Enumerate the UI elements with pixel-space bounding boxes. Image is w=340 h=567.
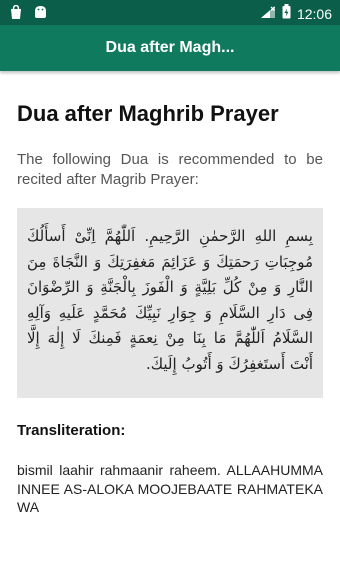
page-title: Dua after Maghrib Prayer	[17, 101, 279, 126]
arabic-dua-text: بِسمِ اللهِ الرَّحمٰنِ الرَّحِيمِ. اَللّ…	[27, 227, 313, 373]
signal-icon	[260, 5, 276, 24]
status-right: 12:06	[260, 4, 332, 24]
transliteration-text: bismil laahir rahmaanir raheem. ALLAAHUM…	[17, 462, 323, 515]
status-time: 12:06	[296, 5, 332, 22]
app-bar-title: Dua after Magh...	[105, 39, 235, 56]
arabic-dua-box: بِسمِ اللهِ الرَّحمٰنِ الرَّحِيمِ. اَللّ…	[17, 208, 323, 398]
status-left-icons	[10, 4, 47, 24]
battery-icon	[282, 4, 291, 24]
transliteration-heading: Transliteration:	[17, 422, 126, 439]
intro-text: The following Dua is recommended to be r…	[17, 151, 323, 188]
notification-bag-icon	[10, 4, 22, 24]
app-bar: Dua after Magh...	[0, 25, 340, 71]
content-area[interactable]: Dua after Maghrib Prayer The following D…	[17, 100, 323, 517]
android-icon	[34, 5, 47, 24]
status-bar: 12:06	[0, 0, 340, 25]
